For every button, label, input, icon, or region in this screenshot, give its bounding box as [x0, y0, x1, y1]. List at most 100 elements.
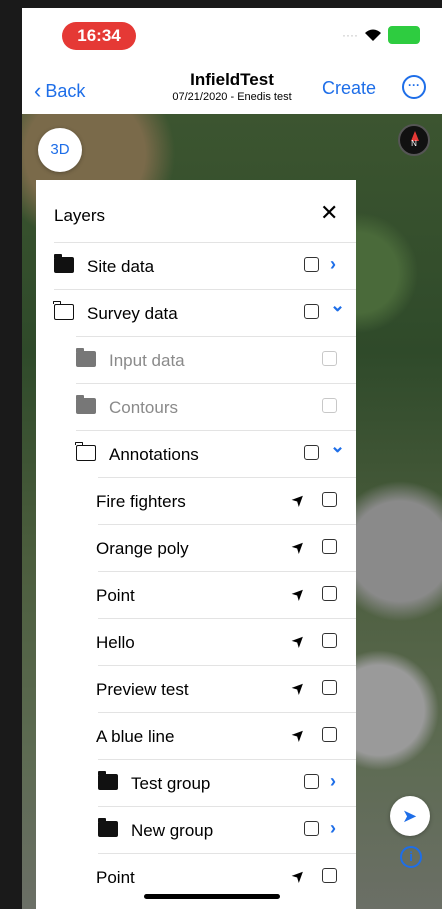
create-button[interactable]: Create: [322, 78, 376, 99]
location-arrow-icon: ➤: [402, 806, 418, 826]
layer-row[interactable]: Point ➤: [36, 571, 356, 618]
page-subtitle: 07/21/2020 - Enedis test: [172, 91, 292, 103]
layer-row[interactable]: Contours: [36, 383, 356, 430]
folder-icon: [98, 771, 118, 790]
layer-label: Preview test: [96, 680, 189, 699]
layers-header: Layers ✕: [36, 180, 356, 242]
layer-row[interactable]: Point ➤: [36, 853, 356, 900]
chevron-left-icon: ‹: [34, 78, 42, 103]
folder-icon: [54, 254, 74, 273]
navigate-to-icon[interactable]: ➤: [287, 723, 311, 747]
visibility-checkbox[interactable]: [322, 680, 337, 695]
status-time: 16:34: [62, 22, 136, 50]
row-separator: [76, 383, 356, 384]
layer-label: New group: [131, 821, 214, 840]
signal-dots-icon: ····: [342, 28, 358, 42]
3d-button[interactable]: 3D: [38, 128, 82, 172]
visibility-checkbox[interactable]: [304, 774, 319, 789]
chevron-right-icon[interactable]: ›: [330, 771, 336, 792]
row-separator: [98, 665, 356, 666]
compass-icon[interactable]: N: [398, 124, 430, 156]
row-separator: [98, 571, 356, 572]
visibility-checkbox[interactable]: [322, 727, 337, 742]
more-options-button[interactable]: ···: [402, 75, 426, 99]
navigate-to-icon[interactable]: ➤: [287, 488, 311, 512]
navigate-to-icon[interactable]: ➤: [287, 629, 311, 653]
battery-icon: [388, 26, 420, 44]
layer-label: Site data: [87, 257, 155, 276]
info-icon[interactable]: i: [400, 846, 422, 868]
layers-panel: Layers ✕ Site data › Survey data ⌄ Input dat…: [36, 180, 356, 909]
compass-label: N: [411, 139, 417, 148]
row-separator: [98, 712, 356, 713]
folder-icon: [75, 442, 96, 461]
status-icons: ····: [342, 26, 420, 44]
layer-label: Annotations: [109, 445, 199, 464]
row-separator: [98, 618, 356, 619]
layer-label: Contours: [109, 398, 178, 417]
layer-label: Orange poly: [96, 539, 189, 558]
navigate-to-icon[interactable]: ➤: [287, 582, 311, 606]
layer-row[interactable]: A blue line ➤: [36, 712, 356, 759]
layer-row[interactable]: Fire fighters ➤: [36, 477, 356, 524]
layer-row[interactable]: Test group ›: [36, 759, 356, 806]
row-separator: [76, 336, 356, 337]
row-separator: [54, 242, 356, 243]
row-separator: [54, 289, 356, 290]
layer-row[interactable]: Site data ›: [36, 242, 356, 289]
layer-label: A blue line: [96, 727, 175, 746]
row-separator: [98, 524, 356, 525]
wifi-icon: [365, 29, 381, 41]
layer-label: Test group: [131, 774, 211, 793]
layer-row[interactable]: Hello ➤: [36, 618, 356, 665]
visibility-checkbox[interactable]: [304, 304, 319, 319]
navigate-to-icon[interactable]: ➤: [287, 676, 311, 700]
layer-row[interactable]: New group ›: [36, 806, 356, 853]
chevron-right-icon[interactable]: ›: [330, 818, 336, 839]
layer-label: Fire fighters: [96, 492, 186, 511]
visibility-checkbox[interactable]: [322, 351, 337, 366]
folder-icon: [76, 348, 96, 367]
visibility-checkbox[interactable]: [322, 539, 337, 554]
locate-button[interactable]: ➤: [390, 796, 430, 836]
visibility-checkbox[interactable]: [322, 398, 337, 413]
layers-title: Layers: [54, 206, 106, 225]
layer-label: Hello: [96, 633, 135, 652]
layer-row[interactable]: Survey data ⌄: [36, 289, 356, 336]
row-separator: [98, 759, 356, 760]
visibility-checkbox[interactable]: [304, 257, 319, 272]
layer-row[interactable]: Annotations ⌄: [36, 430, 356, 477]
layer-label: Point: [96, 868, 135, 887]
navigation-bar: ‹ Back InfieldTest 07/21/2020 - Enedis t…: [22, 58, 442, 114]
back-button[interactable]: ‹ Back: [34, 78, 85, 104]
folder-icon: [98, 818, 118, 837]
page-title-main: InfieldTest: [190, 70, 274, 89]
layer-row[interactable]: Preview test ➤: [36, 665, 356, 712]
chevron-right-icon[interactable]: ›: [330, 254, 336, 275]
visibility-checkbox[interactable]: [304, 821, 319, 836]
layer-row[interactable]: Orange poly ➤: [36, 524, 356, 571]
layer-row[interactable]: Input data: [36, 336, 356, 383]
visibility-checkbox[interactable]: [322, 586, 337, 601]
close-icon[interactable]: ✕: [320, 200, 338, 226]
row-separator: [76, 430, 356, 431]
layer-label: Input data: [109, 351, 185, 370]
page-title: InfieldTest 07/21/2020 - Enedis test: [152, 70, 312, 103]
navigate-to-icon[interactable]: ➤: [287, 864, 311, 888]
folder-icon: [53, 301, 74, 320]
visibility-checkbox[interactable]: [322, 492, 337, 507]
folder-icon: [76, 395, 96, 414]
app-frame: 16:34 ···· ‹ Back InfieldTest 07/21/2020…: [22, 8, 442, 909]
chevron-down-icon[interactable]: ⌄: [330, 295, 345, 316]
row-separator: [98, 477, 356, 478]
layer-label: Survey data: [87, 304, 178, 323]
visibility-checkbox[interactable]: [322, 868, 337, 883]
row-separator: [98, 853, 356, 854]
visibility-checkbox[interactable]: [304, 445, 319, 460]
chevron-down-icon[interactable]: ⌄: [330, 436, 345, 457]
home-indicator: [144, 894, 280, 899]
navigate-to-icon[interactable]: ➤: [287, 535, 311, 559]
back-label: Back: [45, 80, 86, 101]
ellipsis-icon: ···: [408, 78, 420, 92]
visibility-checkbox[interactable]: [322, 633, 337, 648]
